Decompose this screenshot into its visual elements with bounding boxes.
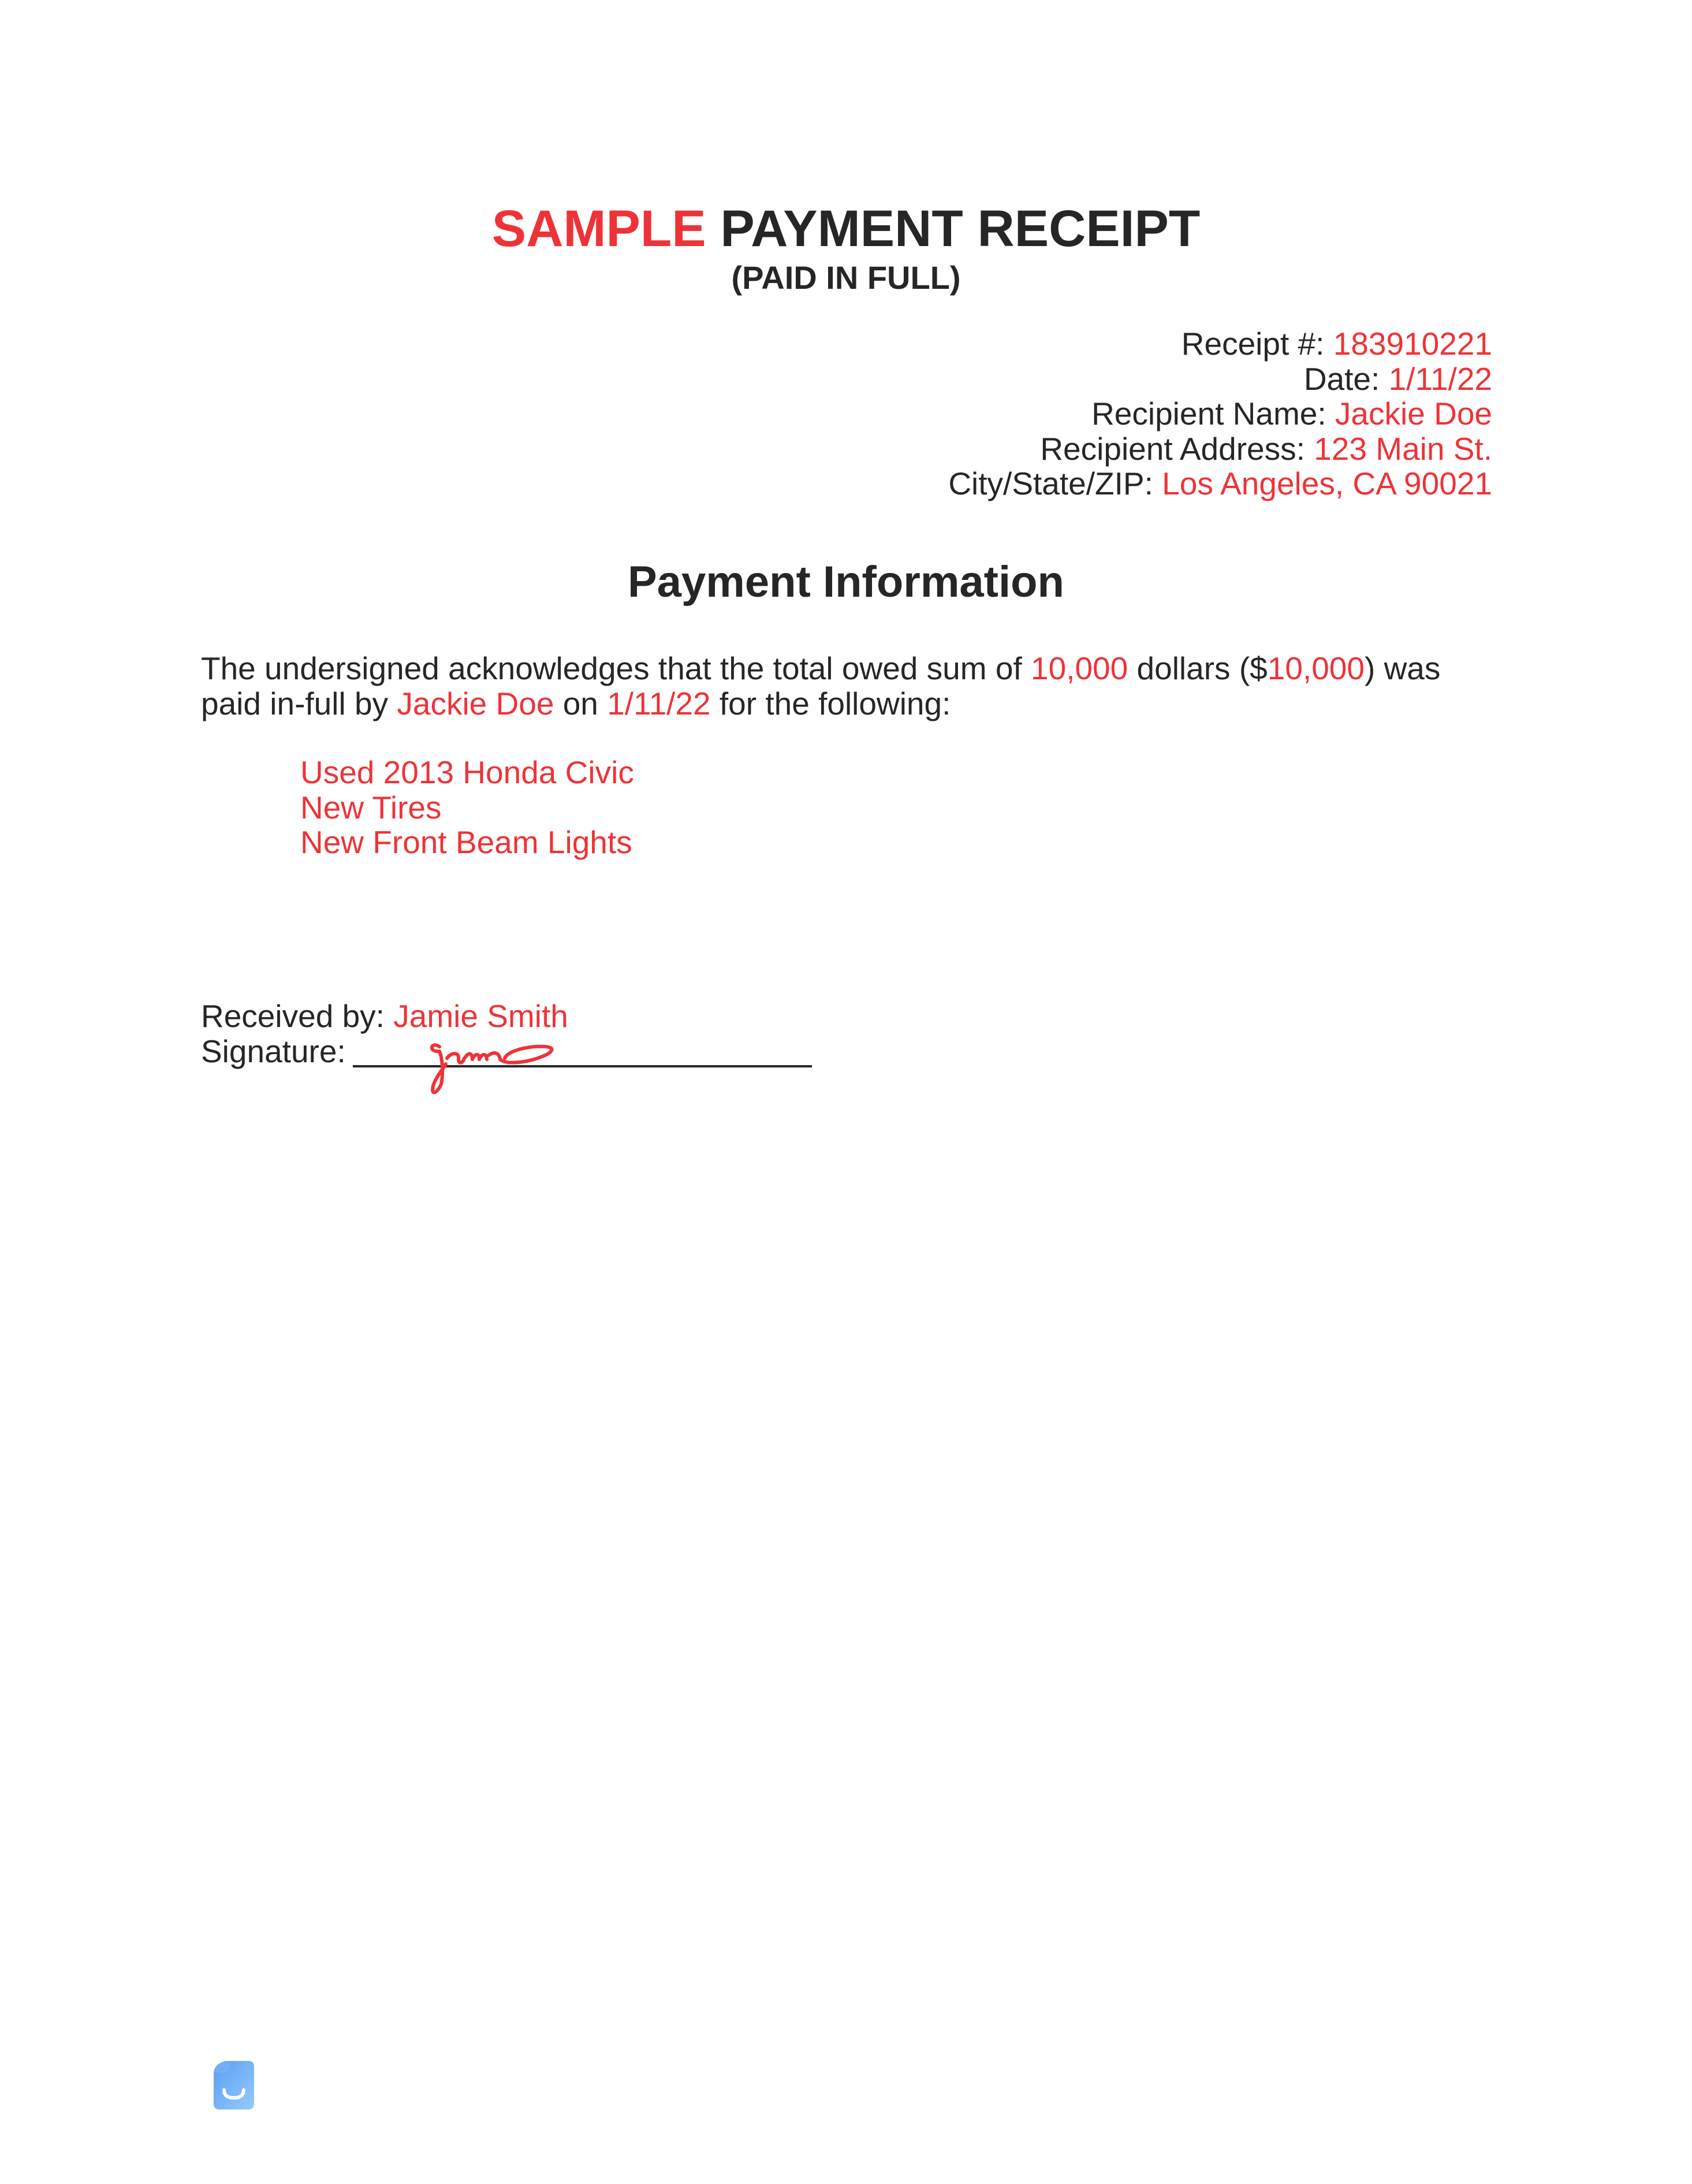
list-item: New Front Beam Lights <box>300 824 632 860</box>
date-row: Date: 1/11/22 <box>948 360 1492 397</box>
payment-information-heading: Payment Information <box>628 557 1064 607</box>
list-item: New Tires <box>300 789 442 825</box>
recipient-name-row: Recipient Name: Jackie Doe <box>948 396 1492 431</box>
signature-line <box>352 1033 812 1094</box>
list-item: Used 2013 Honda Civic <box>300 754 634 790</box>
purchased-items-list: Used 2013 Honda Civic New Tires New Fron… <box>300 755 634 860</box>
payment-date: 1/11/22 <box>607 685 711 721</box>
receipt-number-row: Receipt #: 183910221 <box>948 326 1492 362</box>
signature-row: Signature: <box>201 1033 812 1094</box>
amount-words: 10,000 <box>1031 650 1128 686</box>
ack-text: for the following: <box>719 685 951 721</box>
payment-acknowledgement: The undersigned acknowledges that the to… <box>201 651 1495 721</box>
recipient-address-row: Recipient Address: 123 Main St. <box>948 431 1492 467</box>
signature-label: Signature: <box>201 1033 346 1069</box>
ack-text: dollars ($ <box>1136 650 1268 686</box>
receipt-info: Receipt #: 183910221 Date: 1/11/22 Recip… <box>948 326 1492 501</box>
payer-name: Jackie Doe <box>397 685 554 721</box>
document-subtitle: (PAID IN FULL) <box>731 259 961 296</box>
receipt-number-value: 183910221 <box>1333 326 1492 362</box>
recipient-name-value: Jackie Doe <box>1335 396 1492 431</box>
receipt-number-label: Receipt #: <box>1181 326 1325 362</box>
ack-text: on <box>562 685 598 721</box>
city-state-zip-row: City/State/ZIP: Los Angeles, CA 90021 <box>948 466 1492 501</box>
ack-text: The undersigned acknowledges that the to… <box>201 650 1022 686</box>
amount-number: 10,000 <box>1267 650 1365 686</box>
date-label: Date: <box>1303 360 1380 397</box>
document-title: SAMPLE PAYMENT RECEIPT <box>0 196 1692 260</box>
signature-block: Received by: Jamie Smith Signature: <box>201 999 812 1094</box>
title-main: PAYMENT RECEIPT <box>720 199 1201 257</box>
received-by-row: Received by: Jamie Smith <box>201 999 812 1034</box>
received-by-label: Received by: <box>201 998 385 1034</box>
date-value: 1/11/22 <box>1388 360 1492 397</box>
logo-svg <box>214 2061 254 2109</box>
recipient-address-value: 123 Main St. <box>1314 430 1492 467</box>
city-state-zip-label: City/State/ZIP: <box>948 466 1153 501</box>
title-sample-word: SAMPLE <box>491 199 706 257</box>
handwritten-signature-icon <box>430 1043 554 1094</box>
recipient-address-label: Recipient Address: <box>1040 430 1305 467</box>
smiling-document-logo-icon <box>213 2060 255 2111</box>
recipient-name-label: Recipient Name: <box>1091 396 1326 431</box>
city-state-zip-value: Los Angeles, CA 90021 <box>1162 466 1492 501</box>
